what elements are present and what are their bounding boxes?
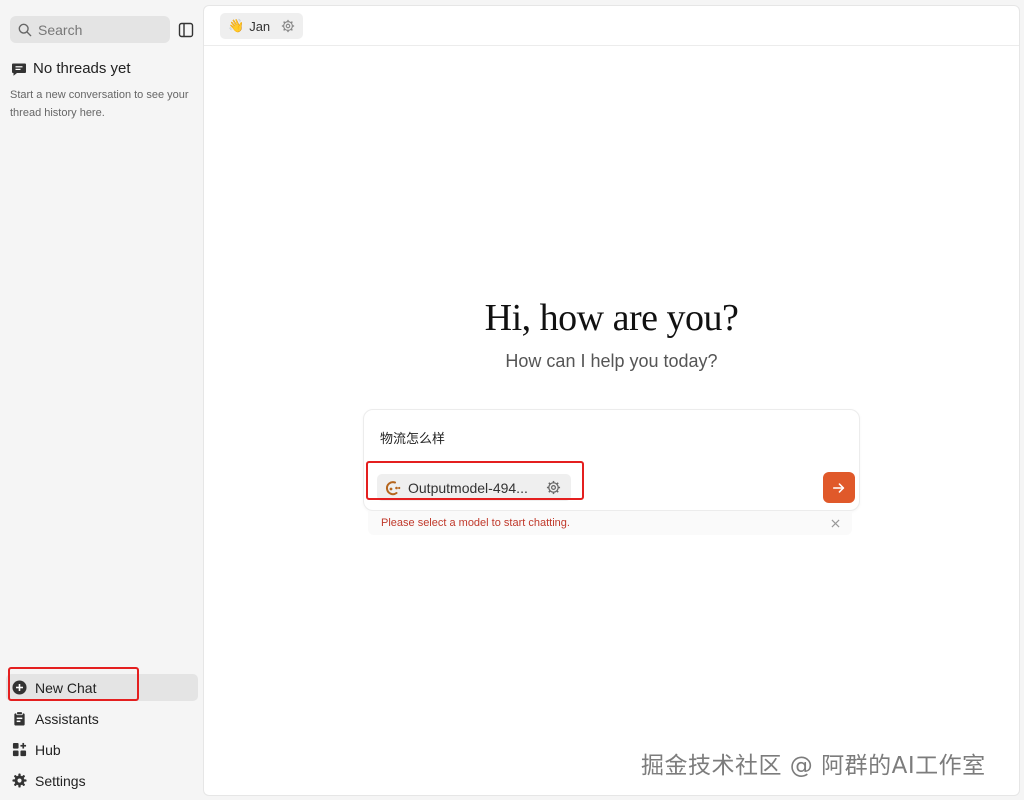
assistant-name: Jan (249, 18, 271, 34)
arrow-right-icon (832, 482, 845, 493)
clipboard-icon (14, 711, 25, 726)
new-chat-label: New Chat (35, 679, 97, 696)
assistant-settings-icon[interactable] (281, 19, 295, 33)
settings-label: Settings (35, 772, 86, 789)
model-settings-icon[interactable] (546, 480, 561, 495)
send-button[interactable] (823, 472, 855, 503)
empty-threads-title-text: No threads yet (33, 60, 131, 77)
close-icon (830, 518, 840, 528)
model-name: Outputmodel-494... (408, 479, 528, 496)
error-message: Please select a model to start chatting. (381, 517, 570, 529)
main-panel: 👋 Jan Hi, how are you? How can I help yo… (203, 5, 1020, 796)
chat-input[interactable]: 物流怎么样 (380, 428, 445, 447)
plus-circle-icon (12, 680, 27, 695)
new-chat-button[interactable]: New Chat (6, 674, 198, 701)
sidebar-item-hub[interactable]: Hub (6, 736, 198, 763)
error-banner: Please select a model to start chatting. (368, 511, 852, 535)
model-selector[interactable]: Outputmodel-494... (377, 474, 571, 501)
search-box[interactable] (10, 16, 170, 43)
sidebar-nav: New Chat Assistants Hub Settings (6, 674, 198, 798)
top-bar: 👋 Jan (204, 6, 1019, 46)
dismiss-error-button[interactable] (828, 516, 842, 530)
assistant-selector[interactable]: 👋 Jan (220, 13, 304, 39)
search-input[interactable] (38, 21, 158, 38)
model-logo-icon (385, 480, 401, 495)
hub-label: Hub (35, 741, 61, 758)
sidebar: No threads yet Start a new conversation … (0, 0, 202, 800)
gear-icon (12, 773, 27, 788)
search-icon (18, 23, 32, 36)
empty-threads-title: No threads yet (11, 60, 131, 77)
greeting-subtitle: How can I help you today? (505, 351, 718, 371)
chat-composer: 物流怎么样 Outputmodel-494... (363, 409, 860, 511)
sidebar-item-settings[interactable]: Settings (6, 767, 198, 794)
wave-hand-icon: 👋 (228, 18, 245, 33)
empty-threads-description: Start a new conversation to see your thr… (10, 89, 189, 119)
greeting-title: Hi, how are you? (484, 297, 739, 339)
assistants-label: Assistants (35, 710, 99, 727)
sidebar-panel-icon (178, 22, 193, 37)
chat-bubble-icon (12, 63, 26, 76)
watermark: 掘金技术社区 @ 阿群的AI工作室 (641, 753, 986, 779)
grid-plus-icon (12, 742, 27, 757)
sidebar-item-assistants[interactable]: Assistants (6, 705, 198, 732)
toggle-sidebar-button[interactable] (177, 21, 194, 38)
